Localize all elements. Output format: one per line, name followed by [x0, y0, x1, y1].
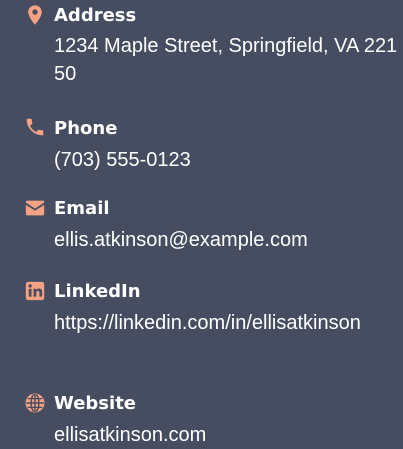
contact-label-address: Address: [54, 5, 137, 26]
envelope-icon: [24, 197, 46, 219]
contact-value-linkedin[interactable]: https://linkedin.com/in/ellisatkinson: [54, 309, 403, 337]
globe-icon: [24, 392, 46, 414]
contact-label-phone: Phone: [54, 118, 118, 139]
contact-label-website: Website: [54, 393, 137, 414]
phone-icon: [24, 116, 46, 138]
contact-label-linkedin: LinkedIn: [54, 281, 141, 302]
contact-label-email: Email: [54, 198, 110, 219]
linkedin-icon: [24, 280, 46, 302]
contact-value-email[interactable]: ellis.atkinson@example.com: [54, 226, 403, 254]
contact-value-website[interactable]: ellisatkinson.com: [54, 421, 403, 449]
map-pin-icon: [24, 4, 46, 26]
contact-value-address[interactable]: 1234 Maple Street, Springfield, VA 22150: [54, 32, 403, 88]
contact-value-phone[interactable]: (703) 555-0123: [54, 146, 403, 174]
